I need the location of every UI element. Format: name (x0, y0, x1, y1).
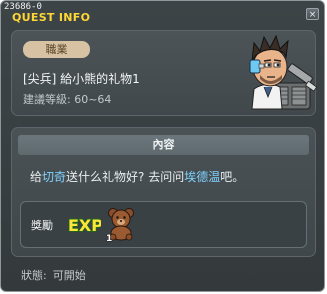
quest-description: 给切奇送什么礼物好? 去问问埃德温吧。 (30, 168, 244, 185)
teddy-bear-icon[interactable]: 1 (105, 206, 137, 242)
status-value: 可開始 (52, 269, 86, 282)
job-panel: 職業 [尖兵] 給小熊的礼物1 建議等級: 60~64 (11, 30, 318, 116)
item-count: 1 (106, 234, 112, 242)
quest-info-window: 23686-0 QUEST INFO × 職業 [尖兵] 給小熊的礼物1 建議等… (0, 0, 325, 292)
description-part: 吧。 (220, 170, 245, 184)
window-title: QUEST INFO (12, 11, 91, 24)
job-badge: 職業 (23, 41, 90, 58)
npc-name-highlight: 切奇 (42, 170, 67, 184)
status-line: 狀態: 可開始 (21, 267, 86, 283)
exp-label: EXP (68, 216, 101, 235)
reward-box: 獎勵 EXP 1 (20, 201, 307, 248)
status-label: 狀態: (21, 269, 47, 282)
description-part: 给 (30, 170, 43, 184)
recommended-level: 建議等級: 60~64 (23, 93, 112, 106)
close-button[interactable]: × (306, 8, 319, 20)
npc-name-highlight: 埃德温 (184, 170, 221, 184)
description-part: 送什么礼物好? 去问问 (66, 170, 185, 184)
quest-title: [尖兵] 給小熊的礼物1 (23, 72, 140, 86)
content-header: 內容 (18, 135, 309, 155)
npc-portrait-icon (249, 34, 318, 110)
content-panel: 內容 给切奇送什么礼物好? 去问问埃德温吧。 獎勵 EXP 1 (11, 127, 316, 257)
exp-icon[interactable]: EXP (67, 213, 101, 235)
reward-label: 獎勵 (31, 219, 53, 232)
